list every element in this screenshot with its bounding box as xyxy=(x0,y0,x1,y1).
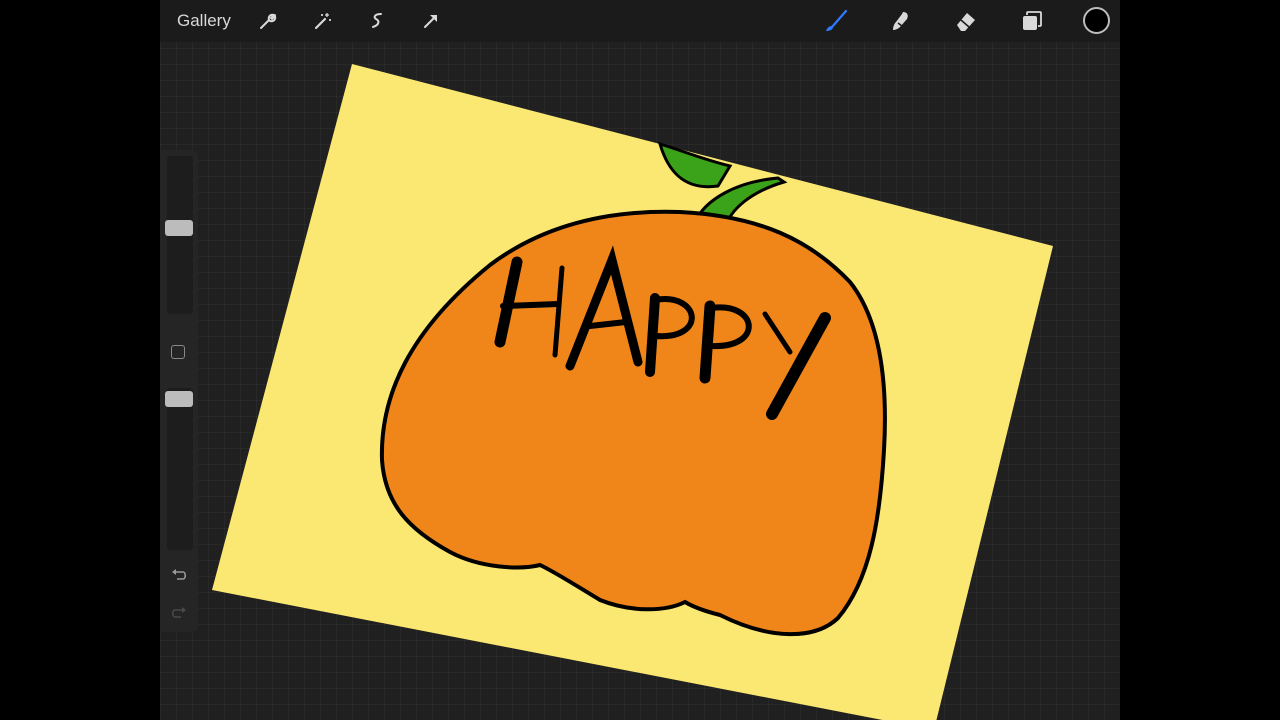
selection-icon[interactable] xyxy=(362,7,392,35)
magic-wand-icon[interactable] xyxy=(308,7,338,35)
drawing-canvas[interactable] xyxy=(160,0,1120,720)
transform-arrow-icon[interactable] xyxy=(416,7,446,35)
undo-icon[interactable] xyxy=(169,564,189,584)
modify-square-icon[interactable] xyxy=(171,345,185,359)
brush-icon[interactable] xyxy=(821,7,851,35)
procreate-app: Gallery xyxy=(160,0,1120,720)
layers-icon[interactable] xyxy=(1017,7,1047,35)
smudge-icon[interactable] xyxy=(886,7,916,35)
opacity-thumb[interactable] xyxy=(165,390,193,407)
eraser-icon[interactable] xyxy=(951,7,981,35)
redo-icon[interactable] xyxy=(169,602,189,622)
top-toolbar: Gallery xyxy=(160,0,1120,42)
opacity-slider[interactable] xyxy=(167,388,193,550)
color-swatch[interactable] xyxy=(1083,7,1110,34)
brush-size-thumb[interactable] xyxy=(165,219,193,236)
canvas-artwork xyxy=(212,64,1053,720)
wrench-icon[interactable] xyxy=(253,7,283,35)
left-sidebar xyxy=(160,150,198,632)
gallery-button[interactable]: Gallery xyxy=(177,11,231,31)
